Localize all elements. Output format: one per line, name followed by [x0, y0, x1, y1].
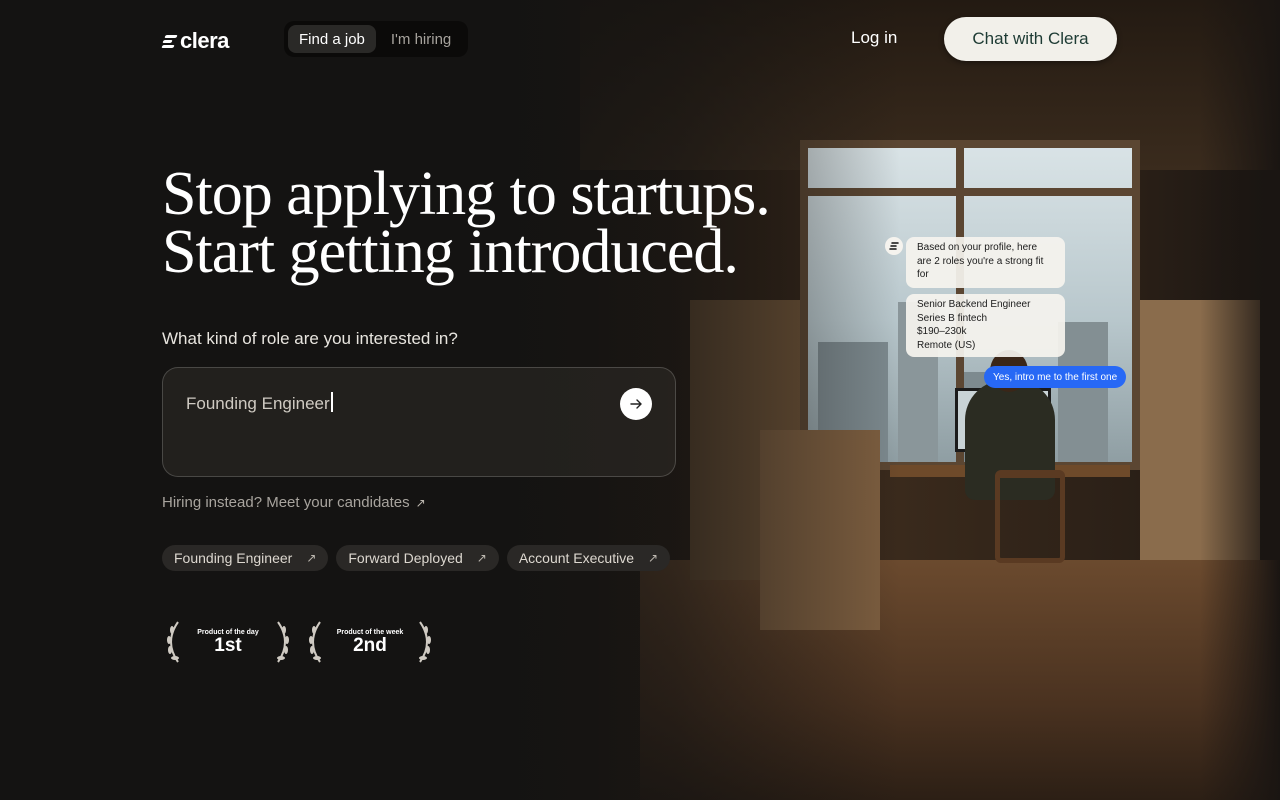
arrow-up-right-icon: ↗ [415, 495, 426, 510]
audience-toggle: Find a job I'm hiring [284, 21, 468, 57]
chip-founding-engineer[interactable]: Founding Engineer ↗ [162, 545, 329, 571]
chip-account-executive[interactable]: Account Executive ↗ [506, 545, 671, 571]
laurel-icon [309, 621, 431, 663]
role-line: Senior Backend Engineer [917, 299, 1031, 310]
role-question-label: What kind of role are you interested in? [162, 329, 458, 348]
chip-forward-deployed[interactable]: Forward Deployed ↗ [336, 545, 499, 571]
headline-line-2: Start getting introduced. [162, 218, 739, 286]
role-line: Remote (US) [917, 339, 976, 351]
submit-button[interactable] [620, 388, 652, 420]
hero-headline: Stop applying to startups. Start getting… [162, 160, 882, 286]
award-badge-day: Product of the day 1st [162, 618, 294, 666]
chat-bubble-intro: Based on your profile, here are 2 roles … [906, 237, 1065, 288]
arrow-right-icon [630, 399, 642, 409]
chat-reply-bubble: Yes, intro me to the first one [984, 366, 1127, 388]
clera-logo[interactable]: clera [161, 28, 229, 54]
hiring-instead-link[interactable]: Hiring instead? Meet your candidates ↗ [162, 494, 426, 511]
text-caret [330, 392, 333, 412]
laurel-icon [167, 621, 289, 663]
chat-with-clera-button[interactable]: Chat with Clera [944, 17, 1117, 61]
role-input-value: Founding Engineer [186, 394, 330, 413]
chip-label: Forward Deployed [348, 550, 463, 566]
top-nav: clera Find a job I'm hiring Log in Chat … [0, 0, 1280, 80]
hiring-link-label: Hiring instead? Meet your candidates [162, 494, 410, 511]
toggle-im-hiring[interactable]: I'm hiring [380, 25, 462, 53]
chip-label: Founding Engineer [174, 550, 293, 566]
arrow-up-right-icon: ↗ [306, 551, 317, 565]
role-line: $190–230k [917, 326, 967, 337]
arrow-up-right-icon: ↗ [648, 551, 659, 565]
login-link[interactable]: Log in [851, 28, 897, 48]
award-badges: Product of the day 1st Product of the we… [162, 618, 436, 666]
clera-logo-icon [161, 33, 178, 49]
role-line: Series B fintech [917, 312, 988, 324]
headline-line-1: Stop applying to startups. [162, 160, 771, 228]
chip-label: Account Executive [518, 550, 634, 566]
chat-bubble-role: Senior Backend Engineer Series B fintech… [906, 294, 1065, 357]
logo-text: clera [180, 28, 229, 53]
toggle-find-a-job[interactable]: Find a job [288, 25, 376, 53]
role-input-text[interactable]: Founding Engineer [186, 392, 333, 414]
suggested-roles: Founding Engineer ↗ Forward Deployed ↗ A… [162, 545, 671, 571]
clera-chat-avatar-icon [885, 237, 903, 255]
role-input[interactable]: Founding Engineer [162, 367, 676, 477]
award-badge-week: Product of the week 2nd [304, 618, 436, 666]
arrow-up-right-icon: ↗ [476, 551, 487, 565]
